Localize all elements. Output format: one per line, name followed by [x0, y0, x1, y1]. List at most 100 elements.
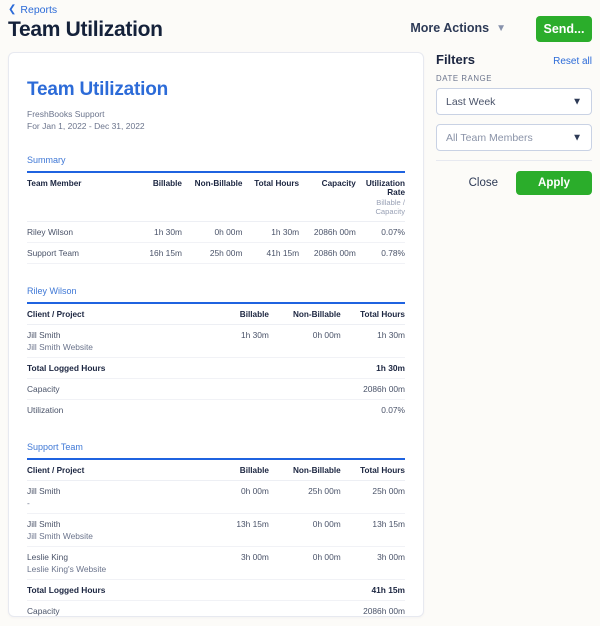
cell-total: 1h 30m [242, 221, 299, 242]
cell-non-billable: 0h 00m [269, 324, 341, 357]
col-utilization-rate: Utilization Rate Billable / Capacity [356, 173, 405, 222]
report-card: Team Utilization FreshBooks Support For … [8, 52, 424, 617]
cell-billable: 1h 30m [201, 324, 269, 357]
panel-divider [436, 160, 592, 161]
col-non-billable: Non-Billable [269, 304, 341, 325]
col-client-project: Client / Project [27, 304, 201, 325]
col-billable: Billable [125, 173, 182, 222]
col-total-hours: Total Hours [242, 173, 299, 222]
report-company: FreshBooks Support [27, 108, 405, 120]
detail-table-riley-wilson: Client / Project Billable Non-Billable T… [27, 304, 405, 420]
cell-capacity: 2086h 00m [299, 242, 356, 263]
capacity-value: 2086h 00m [341, 378, 405, 399]
more-actions-menu[interactable]: More Actions ▼ [410, 21, 506, 35]
col-capacity: Capacity [299, 173, 356, 222]
table-row: Support Team 16h 15m 25h 00m 41h 15m 208… [27, 242, 405, 263]
chevron-down-icon: ▼ [572, 96, 582, 107]
date-range-select[interactable]: Last Week ▼ [436, 88, 592, 115]
cell-client-project: Jill Smith - [27, 480, 201, 513]
cell-client: Jill Smith [27, 519, 61, 529]
capacity-label: Capacity [27, 378, 201, 399]
utilization-label: Utilization [27, 399, 201, 420]
filters-header: Filters Reset all [436, 52, 592, 67]
col-billable: Billable [201, 460, 269, 481]
chevron-down-icon: ▼ [572, 132, 582, 143]
breadcrumb-label: Reports [20, 4, 57, 16]
col-team-member: Team Member [27, 173, 125, 222]
date-range-label: DATE RANGE [436, 74, 592, 83]
cell-client-project: Jill Smith Jill Smith Website [27, 324, 201, 357]
cell-client-project: Leslie King Leslie King's Website [27, 546, 201, 579]
table-row: Jill Smith Jill Smith Website 13h 15m 0h… [27, 513, 405, 546]
total-logged-hours-value: 1h 30m [341, 357, 405, 378]
total-logged-hours-row: Total Logged Hours 41h 15m [27, 579, 405, 600]
filters-title: Filters [436, 52, 475, 67]
cell-total: 13h 15m [341, 513, 405, 546]
cell-project: Jill Smith Website [27, 531, 201, 541]
member-section-support-team: Support Team Client / Project Billable N… [27, 442, 405, 617]
close-button[interactable]: Close [467, 173, 500, 193]
cell-project: Jill Smith Website [27, 342, 201, 352]
cell-billable: 13h 15m [201, 513, 269, 546]
cell-project: - [27, 498, 201, 508]
detail-table-support-team: Client / Project Billable Non-Billable T… [27, 460, 405, 617]
cell-client: Leslie King [27, 552, 68, 562]
page-title: Team Utilization [8, 18, 163, 42]
cell-total: 41h 15m [242, 242, 299, 263]
capacity-label: Capacity [27, 600, 201, 617]
summary-table: Team Member Billable Non-Billable Total … [27, 173, 405, 264]
cell-client: Jill Smith [27, 486, 61, 496]
cell-rate: 0.78% [356, 242, 405, 263]
send-button[interactable]: Send... [536, 16, 592, 42]
reset-all-link[interactable]: Reset all [553, 56, 592, 67]
col-total-hours: Total Hours [341, 460, 405, 481]
total-logged-hours-value: 41h 15m [341, 579, 405, 600]
cell-non-billable: 0h 00m [269, 513, 341, 546]
col-utilization-rate-sublabel: Billable / Capacity [356, 198, 405, 216]
team-utilization-report-page: ❮ Reports Team Utilization More Actions … [0, 0, 600, 626]
cell-billable: 16h 15m [125, 242, 182, 263]
member-section-label: Riley Wilson [27, 286, 405, 296]
chevron-left-icon: ❮ [8, 5, 16, 15]
breadcrumb-back-to-reports[interactable]: ❮ Reports [8, 4, 57, 16]
table-header-row: Client / Project Billable Non-Billable T… [27, 460, 405, 481]
capacity-row: Capacity 2086h 00m [27, 378, 405, 399]
total-logged-hours-label: Total Logged Hours [27, 579, 201, 600]
total-logged-hours-row: Total Logged Hours 1h 30m [27, 357, 405, 378]
cell-billable: 3h 00m [201, 546, 269, 579]
capacity-value: 2086h 00m [341, 600, 405, 617]
cell-non-billable: 0h 00m [182, 221, 242, 242]
cell-total: 25h 00m [341, 480, 405, 513]
filters-actions: Close Apply [436, 171, 592, 195]
col-non-billable: Non-Billable [269, 460, 341, 481]
table-header-row: Client / Project Billable Non-Billable T… [27, 304, 405, 325]
cell-non-billable: 0h 00m [269, 546, 341, 579]
cell-non-billable: 25h 00m [182, 242, 242, 263]
cell-member: Riley Wilson [27, 221, 125, 242]
cell-total: 3h 00m [341, 546, 405, 579]
cell-project: Leslie King's Website [27, 564, 201, 574]
cell-client: Jill Smith [27, 330, 61, 340]
col-client-project: Client / Project [27, 460, 201, 481]
cell-member: Support Team [27, 242, 125, 263]
report-period: For Jan 1, 2022 - Dec 31, 2022 [27, 120, 405, 132]
cell-rate: 0.07% [356, 221, 405, 242]
more-actions-label: More Actions [410, 21, 489, 35]
cell-total: 1h 30m [341, 324, 405, 357]
utilization-value: 0.07% [341, 399, 405, 420]
report-title: Team Utilization [27, 79, 405, 101]
cell-capacity: 2086h 00m [299, 221, 356, 242]
team-members-value: All Team Members [446, 132, 533, 144]
col-billable: Billable [201, 304, 269, 325]
chevron-down-icon: ▼ [496, 23, 506, 34]
team-members-select[interactable]: All Team Members ▼ [436, 124, 592, 151]
summary-section: Summary Team Member Billable Non-Billabl… [27, 155, 405, 264]
table-row: Jill Smith - 0h 00m 25h 00m 25h 00m [27, 480, 405, 513]
cell-billable: 0h 00m [201, 480, 269, 513]
utilization-row: Utilization 0.07% [27, 399, 405, 420]
table-header-row: Team Member Billable Non-Billable Total … [27, 173, 405, 222]
member-section-riley-wilson: Riley Wilson Client / Project Billable N… [27, 286, 405, 420]
capacity-row: Capacity 2086h 00m [27, 600, 405, 617]
col-utilization-rate-label: Utilization Rate [366, 179, 405, 197]
apply-button[interactable]: Apply [516, 171, 592, 195]
